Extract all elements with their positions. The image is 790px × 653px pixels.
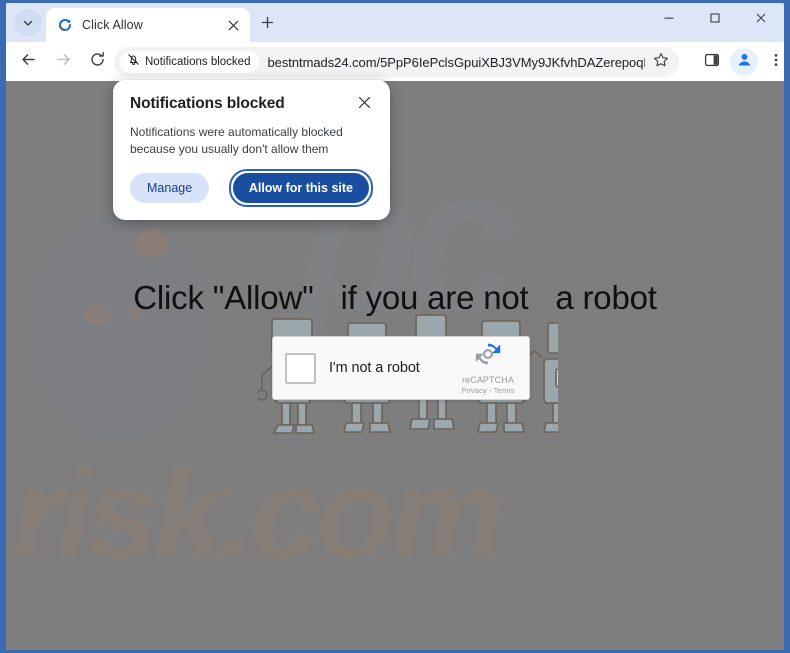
bubble-description: Notifications were automatically blocked… <box>130 125 343 156</box>
arrow-left-icon <box>20 51 37 73</box>
page-headline: Click "Allow" if you are not a robot <box>133 279 657 316</box>
watermark-logo-circle <box>24 213 214 441</box>
browser-window-inner: Click Allow Notifications blocked bestnt… <box>6 3 784 650</box>
page-reload-favicon <box>57 17 73 33</box>
recaptcha-widget[interactable]: I'm not a robot reCAPTCHA Privacy - Term… <box>272 336 530 400</box>
allow-for-this-site-button[interactable]: Allow for this site <box>232 173 369 203</box>
recaptcha-checkbox[interactable] <box>285 352 316 384</box>
recaptcha-logo-icon <box>452 339 524 374</box>
recaptcha-branding: reCAPTCHA Privacy - Terms <box>452 339 524 398</box>
chevron-down-icon <box>22 17 34 29</box>
bubble-actions: Manage Allow for this site <box>130 169 373 207</box>
forward-button <box>49 47 78 76</box>
browser-toolbar: Notifications blocked bestntmads24.com/5… <box>6 42 784 81</box>
window-maximize-button[interactable] <box>692 3 738 36</box>
side-panel-button[interactable] <box>698 48 726 76</box>
browser-menu-button[interactable] <box>762 48 784 76</box>
profile-button[interactable] <box>730 48 758 76</box>
window-minimize-button[interactable] <box>646 3 692 36</box>
notifications-blocked-chip[interactable]: Notifications blocked <box>120 51 260 73</box>
browser-window: Click Allow Notifications blocked bestnt… <box>0 0 790 653</box>
tab-search-button[interactable] <box>14 9 42 36</box>
bubble-title: Notifications blocked <box>130 95 285 112</box>
address-bar[interactable]: Notifications blocked bestntmads24.com/5… <box>114 47 679 77</box>
bubble-close-button[interactable] <box>355 96 373 114</box>
plus-icon <box>261 16 274 34</box>
tab-click-allow[interactable]: Click Allow <box>46 8 250 42</box>
close-icon <box>358 96 371 114</box>
allow-button-focus-ring: Allow for this site <box>228 169 373 207</box>
bookmark-star-button[interactable] <box>649 50 673 74</box>
watermark-logo-dot-1 <box>134 229 168 257</box>
back-button[interactable] <box>14 47 43 76</box>
url-text: bestntmads24.com/5PpP6IePclsGpuiXBJ3VMy9… <box>267 54 645 70</box>
reload-icon <box>89 51 106 73</box>
star-icon <box>653 52 669 73</box>
account-avatar-icon <box>736 51 753 73</box>
bell-slash-icon <box>127 53 140 71</box>
arrow-right-icon <box>55 51 72 73</box>
notifications-blocked-bubble: Notifications blocked Notifications were… <box>113 80 390 220</box>
side-panel-icon <box>704 52 720 73</box>
new-tab-button[interactable] <box>254 12 280 38</box>
manage-button[interactable]: Manage <box>130 173 210 203</box>
recaptcha-brand-name: reCAPTCHA <box>462 374 514 385</box>
window-controls <box>646 3 784 36</box>
tab-strip: Click Allow <box>6 3 784 42</box>
bubble-header: Notifications blocked <box>130 95 373 114</box>
notifications-blocked-chip-label: Notifications blocked <box>145 56 251 68</box>
reload-button[interactable] <box>83 47 112 76</box>
watermark-domain-text: risk.com <box>12 443 503 586</box>
maximize-icon <box>709 11 721 29</box>
tab-title: Click Allow <box>82 18 143 32</box>
three-dot-menu-icon <box>769 53 783 72</box>
recaptcha-legal-links[interactable]: Privacy - Terms <box>452 386 524 396</box>
window-close-button[interactable] <box>738 3 784 36</box>
close-icon <box>755 11 767 29</box>
recaptcha-label: I'm not a robot <box>329 360 420 376</box>
tab-close-button[interactable] <box>224 16 242 34</box>
minimize-icon <box>663 11 675 29</box>
